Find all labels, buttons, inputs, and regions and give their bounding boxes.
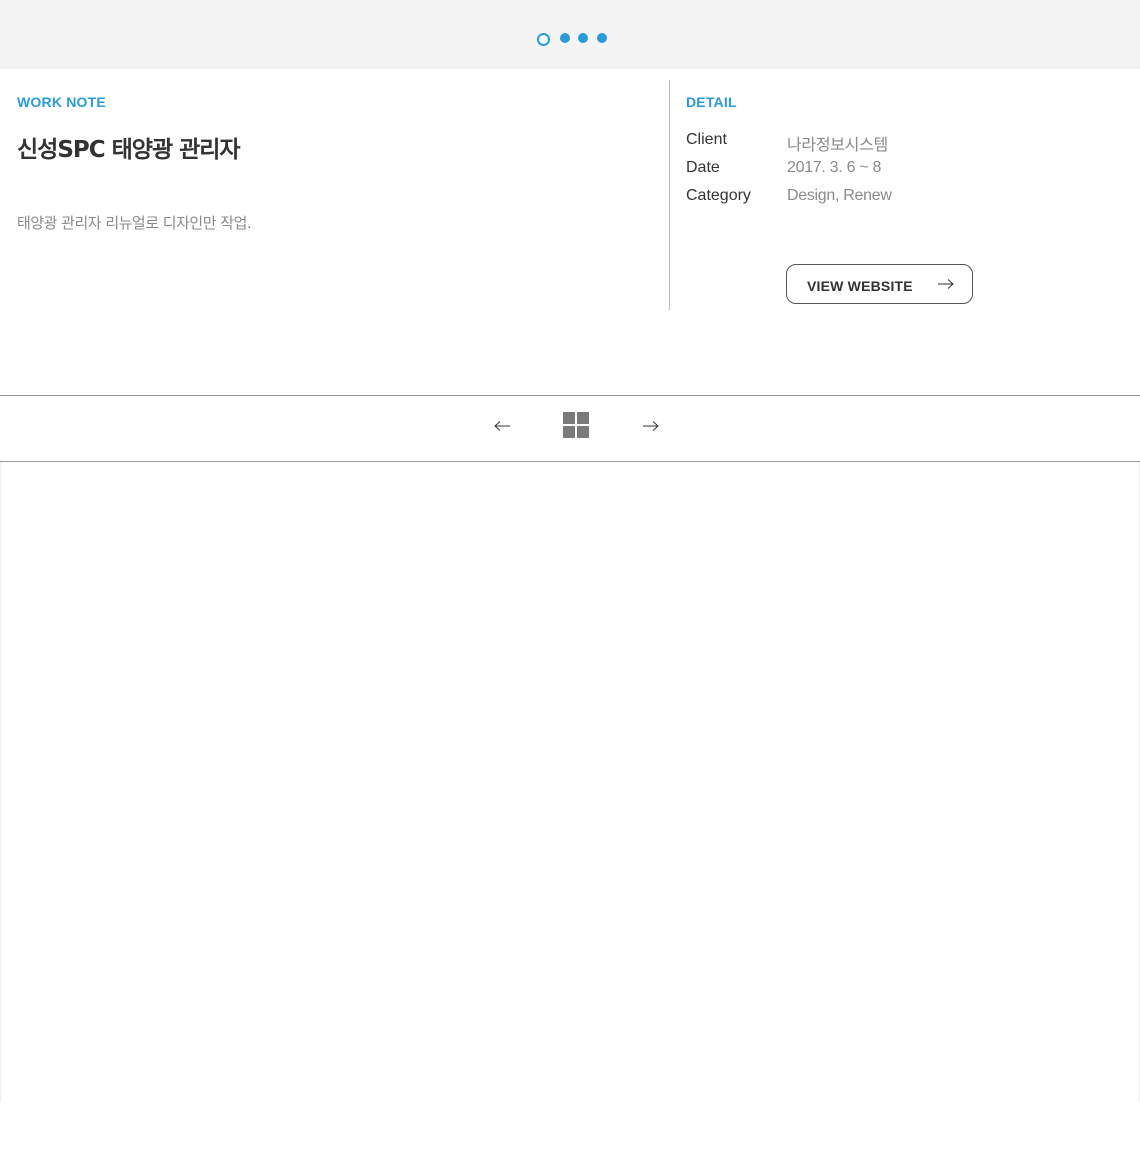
arrow-right-icon[interactable] [642, 420, 660, 432]
slider-dot-4[interactable] [597, 33, 607, 43]
detail-value: 나라정보시스템 [787, 137, 888, 154]
slider-pagination-bar [0, 0, 1140, 69]
content-area [0, 462, 1140, 1102]
grid-cell [577, 426, 589, 438]
grid-cell [563, 426, 575, 438]
work-note-label: WORK NOTE [17, 94, 106, 110]
detail-key: Client [686, 131, 727, 148]
vertical-divider [669, 80, 670, 310]
arrow-right-icon [938, 279, 954, 289]
project-title: 신성SPC 태양광 관리자 [17, 137, 241, 163]
project-navigation-bar [0, 395, 1140, 462]
view-website-button[interactable]: VIEW WEBSITE [786, 264, 973, 304]
slider-dot-1[interactable] [537, 32, 550, 46]
detail-value: Design, Renew [787, 187, 892, 204]
detail-value: 2017. 3. 6 ~ 8 [787, 159, 882, 176]
detail-label: DETAIL [686, 94, 737, 110]
view-website-label: VIEW WEBSITE [807, 278, 913, 294]
detail-key: Category [686, 187, 751, 204]
project-description: 태양광 관리자 리뉴얼로 디자인만 작업. [17, 214, 252, 232]
grid-cell [577, 412, 589, 424]
slider-dot-2[interactable] [560, 33, 570, 43]
grid-cell [563, 412, 575, 424]
slider-dot-3[interactable] [578, 33, 588, 43]
grid-icon[interactable] [563, 412, 589, 438]
arrow-left-icon[interactable] [493, 420, 511, 432]
detail-key: Date [686, 159, 720, 176]
